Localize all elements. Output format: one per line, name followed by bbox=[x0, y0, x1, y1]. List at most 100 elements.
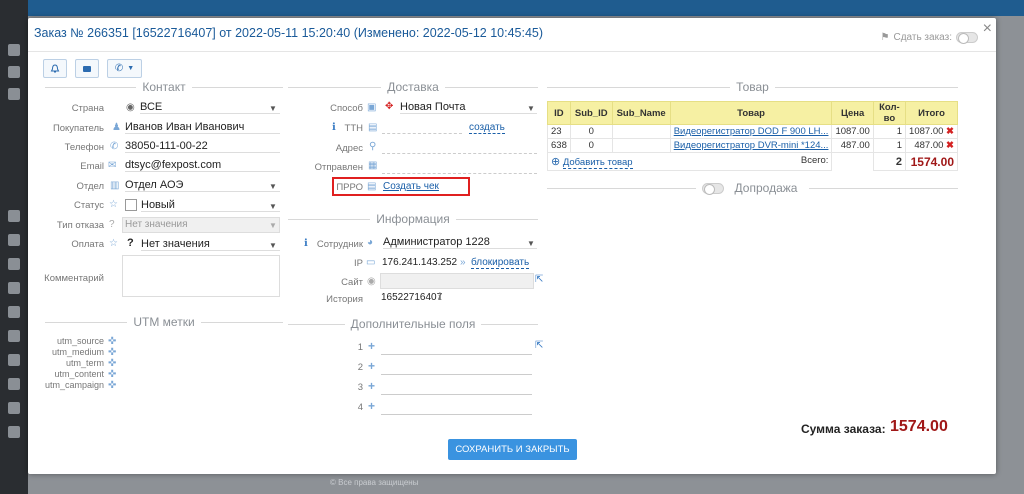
plus-icon[interactable]: + bbox=[368, 379, 375, 393]
sidebar-icon[interactable] bbox=[8, 66, 20, 78]
dept-label: Отдел bbox=[76, 181, 104, 192]
dept-select[interactable]: Отдел АОЭ bbox=[125, 179, 280, 192]
crosshair-icon[interactable]: ✜ bbox=[108, 347, 116, 358]
globe-icon: ◉ bbox=[126, 102, 135, 113]
site-field[interactable] bbox=[380, 273, 534, 289]
sidebar-icon[interactable] bbox=[8, 306, 20, 318]
comment-label: Комментарий bbox=[44, 273, 104, 284]
phone-button[interactable]: ✆ ▼ bbox=[107, 59, 142, 78]
sidebar-icon[interactable] bbox=[8, 44, 20, 56]
sidebar-icon[interactable] bbox=[8, 88, 20, 100]
col-sub-name: Sub_Name bbox=[611, 101, 671, 125]
employee-label: Сотрудник bbox=[316, 239, 363, 250]
sidebar-icon[interactable] bbox=[8, 210, 20, 222]
extra-field-2[interactable] bbox=[381, 360, 532, 375]
refuse-label: Тип отказа bbox=[56, 220, 104, 231]
cell-total: 487.00 ✖ bbox=[905, 138, 958, 153]
user-circle-icon: ◕ bbox=[367, 237, 374, 248]
extra-field-3[interactable] bbox=[381, 380, 532, 395]
delete-icon[interactable]: ✖ bbox=[946, 126, 954, 137]
plus-icon[interactable]: + bbox=[368, 399, 375, 413]
sidebar-icon[interactable] bbox=[8, 378, 20, 390]
sdat-toggle[interactable] bbox=[956, 32, 978, 44]
buyer-field[interactable]: Иванов Иван Иванович bbox=[125, 121, 280, 134]
status-label: Статус bbox=[73, 200, 104, 211]
create-check-link[interactable]: Создать чек bbox=[383, 181, 439, 192]
cell-product[interactable]: Видеорегистратор DVR-mini *124... bbox=[669, 138, 833, 153]
phone-field[interactable]: 38050-111-00-22 bbox=[125, 140, 280, 153]
chevron-down-icon: ▼ bbox=[269, 104, 277, 113]
sidebar-icon[interactable] bbox=[8, 354, 20, 366]
cell-sub-id: 0 bbox=[569, 124, 613, 139]
app-sidebar bbox=[0, 0, 28, 494]
document-icon: ▤ bbox=[368, 122, 378, 133]
crosshair-icon[interactable]: ✜ bbox=[108, 380, 116, 391]
col-id: ID bbox=[547, 101, 571, 125]
sidebar-icon[interactable] bbox=[8, 402, 20, 414]
utm-medium-label: utm_medium bbox=[51, 347, 104, 357]
external-link-icon[interactable]: ⇱ bbox=[535, 340, 543, 351]
method-select[interactable]: Новая Почта bbox=[400, 101, 537, 114]
card-button[interactable] bbox=[75, 59, 99, 78]
info-icon[interactable]: ℹ bbox=[438, 292, 442, 303]
sum-total: 1574.00 bbox=[905, 152, 958, 171]
ttn-create-link[interactable]: создать bbox=[469, 122, 505, 134]
star-icon: ☆ bbox=[109, 199, 118, 210]
sidebar-icon[interactable] bbox=[8, 330, 20, 342]
prro-label: ПРРО bbox=[336, 182, 363, 193]
col-total: Итого bbox=[905, 101, 958, 125]
ttn-label: ТТН bbox=[344, 123, 363, 134]
order-modal: Заказ № 266351 [16522716407] от 2022-05-… bbox=[28, 18, 996, 474]
extra-field-1[interactable] bbox=[381, 340, 532, 355]
crosshair-icon[interactable]: ✜ bbox=[108, 369, 116, 380]
contact-section-title: Контакт bbox=[45, 80, 283, 94]
sdat-toggle-group: ⚑ Сдать заказ: bbox=[881, 32, 978, 44]
address-field[interactable] bbox=[382, 139, 537, 154]
country-select[interactable]: ВСЕ bbox=[140, 101, 280, 114]
refuse-value: Нет значения bbox=[125, 219, 188, 230]
delete-icon[interactable]: ✖ bbox=[946, 140, 954, 151]
extra-row-4-label: 4 bbox=[357, 402, 363, 413]
cell-product[interactable]: Видеорегистратор DOD F 900 LH... bbox=[669, 124, 833, 139]
crosshair-icon[interactable]: ✜ bbox=[108, 358, 116, 369]
notify-button[interactable] bbox=[43, 59, 67, 78]
sidebar-icon[interactable] bbox=[8, 258, 20, 270]
nova-poshta-icon: ✥ bbox=[385, 101, 394, 112]
user-icon: ♟ bbox=[112, 122, 121, 133]
sent-date-field[interactable] bbox=[382, 159, 537, 174]
upsell-toggle[interactable] bbox=[701, 182, 724, 195]
cell-qty[interactable]: 1 bbox=[872, 124, 907, 139]
add-product-link[interactable]: Добавить товар bbox=[562, 157, 633, 169]
comment-textarea[interactable] bbox=[122, 255, 280, 297]
goods-summary-row: ⊕ Добавить товар Всего: 2 1574.00 bbox=[546, 152, 958, 171]
chevron-down-icon: ▼ bbox=[269, 182, 277, 191]
extra-field-4[interactable] bbox=[381, 400, 532, 415]
modal-title: Заказ № 266351 [16522716407] от 2022-05-… bbox=[34, 26, 544, 40]
calendar-icon: ▦ bbox=[368, 160, 378, 171]
employee-select[interactable]: Администратор 1228 bbox=[383, 236, 537, 249]
status-select[interactable]: Новый bbox=[141, 199, 280, 212]
sidebar-icon[interactable] bbox=[8, 234, 20, 246]
truck-icon: ▣ bbox=[367, 102, 377, 113]
block-ip-link[interactable]: блокировать bbox=[471, 257, 530, 269]
extra-row-3-label: 3 bbox=[357, 382, 363, 393]
plus-icon[interactable]: + bbox=[368, 339, 375, 353]
save-close-button[interactable]: СОХРАНИТЬ И ЗАКРЫТЬ bbox=[448, 439, 577, 460]
star-icon: ☆ bbox=[109, 238, 118, 249]
cell-qty[interactable]: 1 bbox=[872, 138, 907, 153]
external-link-icon[interactable]: ⇱ bbox=[535, 274, 543, 285]
building-icon: ▥ bbox=[110, 180, 120, 191]
close-icon[interactable]: × bbox=[983, 20, 992, 38]
cell-id: 638 bbox=[547, 138, 571, 153]
phone-icon: ✆ bbox=[110, 141, 119, 152]
plus-icon[interactable]: + bbox=[368, 359, 375, 373]
email-field[interactable]: dtsyc@fexpost.com bbox=[125, 159, 280, 172]
utm-section-title: UTM метки bbox=[45, 315, 283, 329]
sidebar-icon[interactable] bbox=[8, 282, 20, 294]
sidebar-icon[interactable] bbox=[8, 426, 20, 438]
ttn-field[interactable] bbox=[382, 119, 462, 134]
address-label: Адрес bbox=[335, 143, 363, 154]
crosshair-icon[interactable]: ✜ bbox=[108, 336, 116, 347]
add-product-cell[interactable]: ⊕ Добавить товар Всего: bbox=[546, 152, 833, 171]
pay-select[interactable]: Нет значения bbox=[141, 238, 280, 251]
